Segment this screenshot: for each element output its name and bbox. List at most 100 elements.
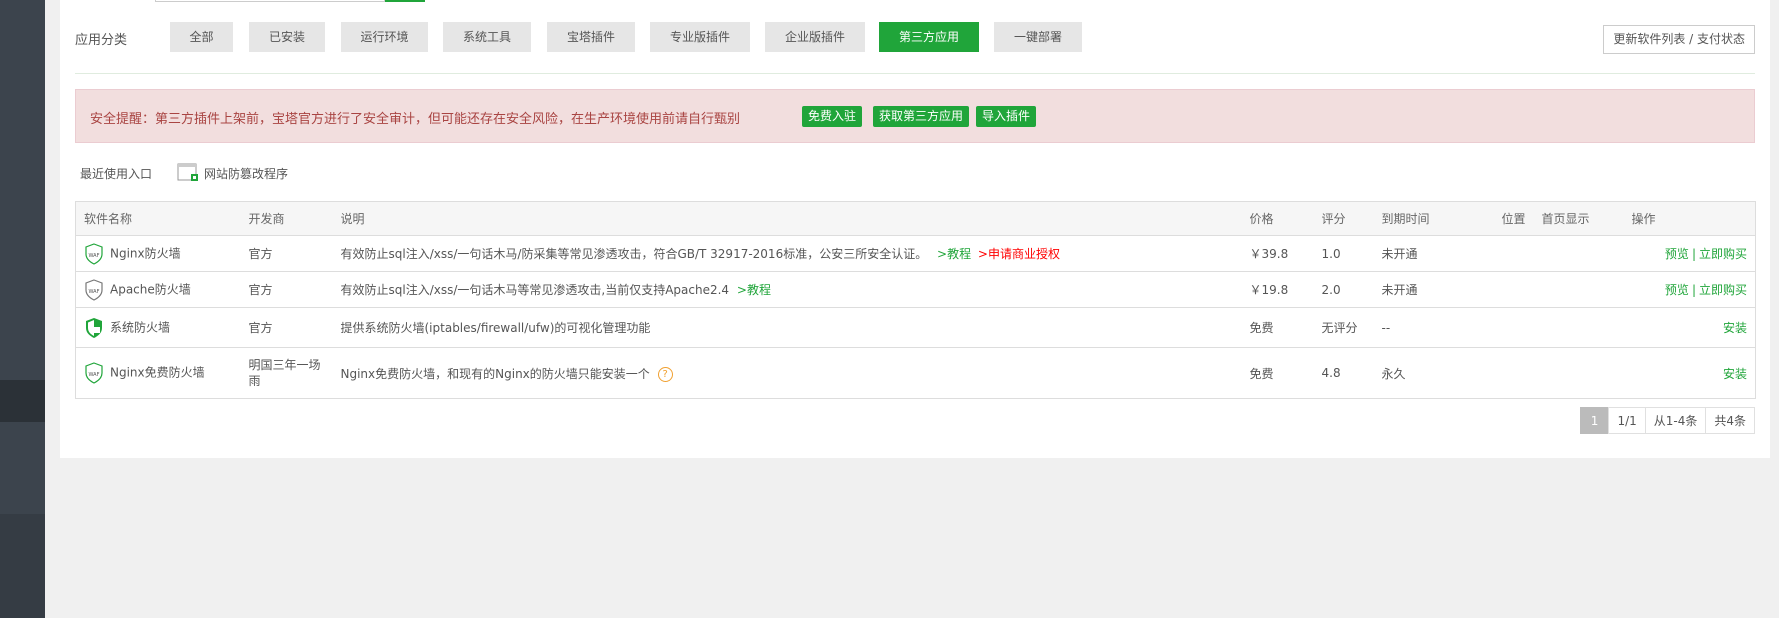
sidebar-active-item[interactable] [0,380,45,422]
action-separator: | [1691,247,1696,261]
expire-time: -- [1373,307,1494,348]
header-desc: 说明 [332,201,1242,236]
update-software-list-button[interactable]: 更新软件列表 / 支付状态 [1603,25,1755,54]
pagination: 1 1/1 从1-4条 共4条 [1579,407,1755,434]
description: 提供系统防火墙(iptables/firewall/ufw)的可视化管理功能 [332,307,1242,348]
position-cell [1493,271,1534,308]
rating: 2.0 [1313,271,1374,308]
description: 有效防止sql注入/xss/一句话木马/防采集等常见渗透攻击，符合GB/T 32… [332,235,1242,272]
homepage-cell [1533,235,1624,272]
svg-text:WAF: WAF [89,372,100,378]
description-text: 有效防止sql注入/xss/一句话木马/防采集等常见渗透攻击，符合GB/T 32… [340,247,928,261]
price: ￥19.8 [1241,271,1314,308]
name-cell: WAF Apache防火墙 [75,271,241,308]
category-system-tools[interactable]: 系统工具 [443,22,531,52]
tutorial-link[interactable]: >教程 [937,247,971,261]
rating: 无评分 [1313,307,1374,348]
preview-link[interactable]: 预览 [1665,283,1689,297]
category-label: 应用分类 [75,33,128,48]
software-table: 软件名称 开发商 说明 价格 评分 到期时间 位置 首页显示 操作 WAF Ng… [75,201,1756,399]
install-link[interactable]: 安装 [1723,367,1747,381]
developer: 官方 [240,271,333,308]
name-cell: WAF Nginx免费防火墙 [75,347,241,399]
rating: 4.8 [1313,347,1374,399]
sidebar-lower-section [0,514,45,618]
install-link[interactable]: 安装 [1723,321,1747,335]
tamper-proof-app-icon [177,163,198,181]
expire-time: 未开通 [1373,235,1494,272]
free-join-button[interactable]: 免费入驻 [802,106,863,127]
buy-now-link[interactable]: 立即购买 [1699,247,1747,261]
action-cell: 安装 [1623,307,1756,348]
category-runtime[interactable]: 运行环境 [341,22,428,52]
table-row: WAF Nginx免费防火墙 明国三年一场雨 Nginx免费防火墙，和现有的Ng… [75,347,1756,399]
table-row: 系统防火墙 官方 提供系统防火墙(iptables/firewall/ufw)的… [75,307,1756,348]
import-plugin-button[interactable]: 导入插件 [976,106,1037,127]
expire-time: 未开通 [1373,271,1494,308]
category-one-click-deploy[interactable]: 一键部署 [994,22,1082,52]
table-header-row: 软件名称 开发商 说明 价格 评分 到期时间 位置 首页显示 操作 [75,201,1756,236]
action-cell: 预览 | 立即购买 [1623,271,1756,308]
preview-link[interactable]: 预览 [1665,247,1689,261]
page-current[interactable]: 1 [1579,407,1610,434]
page-count: 1/1 [1608,407,1646,434]
category-pro-plugins[interactable]: 专业版插件 [650,22,750,52]
table-row: WAF Nginx防火墙 官方 有效防止sql注入/xss/一句话木马/防采集等… [75,235,1756,272]
action-separator: | [1691,283,1696,297]
search-input[interactable] [155,0,385,2]
homepage-cell [1533,347,1624,399]
homepage-cell [1533,307,1624,348]
buy-now-link[interactable]: 立即购买 [1699,283,1747,297]
developer: 明国三年一场雨 [240,347,333,399]
recent-entry-label: 最近使用入口 [80,167,153,181]
header-developer: 开发商 [240,201,333,236]
description: Nginx免费防火墙，和现有的Nginx的防火墙只能安装一个 ? [332,347,1242,399]
search-button[interactable] [385,0,425,2]
description-text: 有效防止sql注入/xss/一句话木马等常见渗透攻击,当前仅支持Apache2.… [340,283,730,297]
tutorial-link[interactable]: >教程 [737,283,771,297]
action-cell: 预览 | 立即购买 [1623,235,1756,272]
category-enterprise-plugins[interactable]: 企业版插件 [765,22,865,52]
description: 有效防止sql注入/xss/一句话木马等常见渗透攻击,当前仅支持Apache2.… [332,271,1242,308]
apply-commercial-license-link[interactable]: >申请商业授权 [978,247,1060,261]
name-cell: WAF Nginx防火墙 [75,235,241,272]
developer: 官方 [240,235,333,272]
position-cell [1493,307,1534,348]
software-name: Apache防火墙 [110,282,191,296]
software-store-panel: 应用分类 全部 已安装 运行环境 系统工具 宝塔插件 专业版插件 企业版插件 第… [60,0,1770,458]
expire-time: 永久 [1373,347,1494,399]
help-icon[interactable]: ? [657,366,673,382]
alert-text: 安全提醒：第三方插件上架前，宝塔官方进行了安全审计，但可能还存在安全风险，在生产… [90,112,741,127]
page-total: 共4条 [1705,407,1755,434]
header-position: 位置 [1493,201,1534,236]
developer: 官方 [240,307,333,348]
homepage-cell [1533,271,1624,308]
header-price: 价格 [1241,201,1314,236]
header-rating: 评分 [1313,201,1374,236]
price: 免费 [1241,307,1314,348]
category-third-party[interactable]: 第三方应用 [879,22,979,52]
security-alert: 安全提醒：第三方插件上架前，宝塔官方进行了安全审计，但可能还存在安全风险，在生产… [75,89,1755,143]
header-homepage: 首页显示 [1533,201,1624,236]
header-action: 操作 [1623,201,1756,236]
get-third-party-app-button[interactable]: 获取第三方应用 [873,106,970,127]
header-name: 软件名称 [75,201,241,236]
category-all[interactable]: 全部 [170,22,233,52]
page-range: 从1-4条 [1644,407,1707,434]
software-name: Nginx免费防火墙 [110,365,205,380]
svg-text:WAF: WAF [89,289,100,295]
price: 免费 [1241,347,1314,399]
category-installed[interactable]: 已安装 [249,22,325,52]
system-firewall-icon [86,317,102,338]
software-name: 系统防火墙 [110,320,171,334]
waf-shield-icon: WAF [85,362,103,384]
rating: 1.0 [1313,235,1374,272]
recent-app-label: 网站防篡改程序 [204,167,289,181]
table-row: WAF Apache防火墙 官方 有效防止sql注入/xss/一句话木马等常见渗… [75,271,1756,308]
category-bt-plugins[interactable]: 宝塔插件 [547,22,635,52]
price: ￥39.8 [1241,235,1314,272]
software-name: Nginx防火墙 [110,246,181,260]
waf-shield-icon: WAF [85,278,103,301]
waf-shield-icon: WAF [85,242,103,265]
description-text: 提供系统防火墙(iptables/firewall/ufw)的可视化管理功能 [340,321,651,335]
